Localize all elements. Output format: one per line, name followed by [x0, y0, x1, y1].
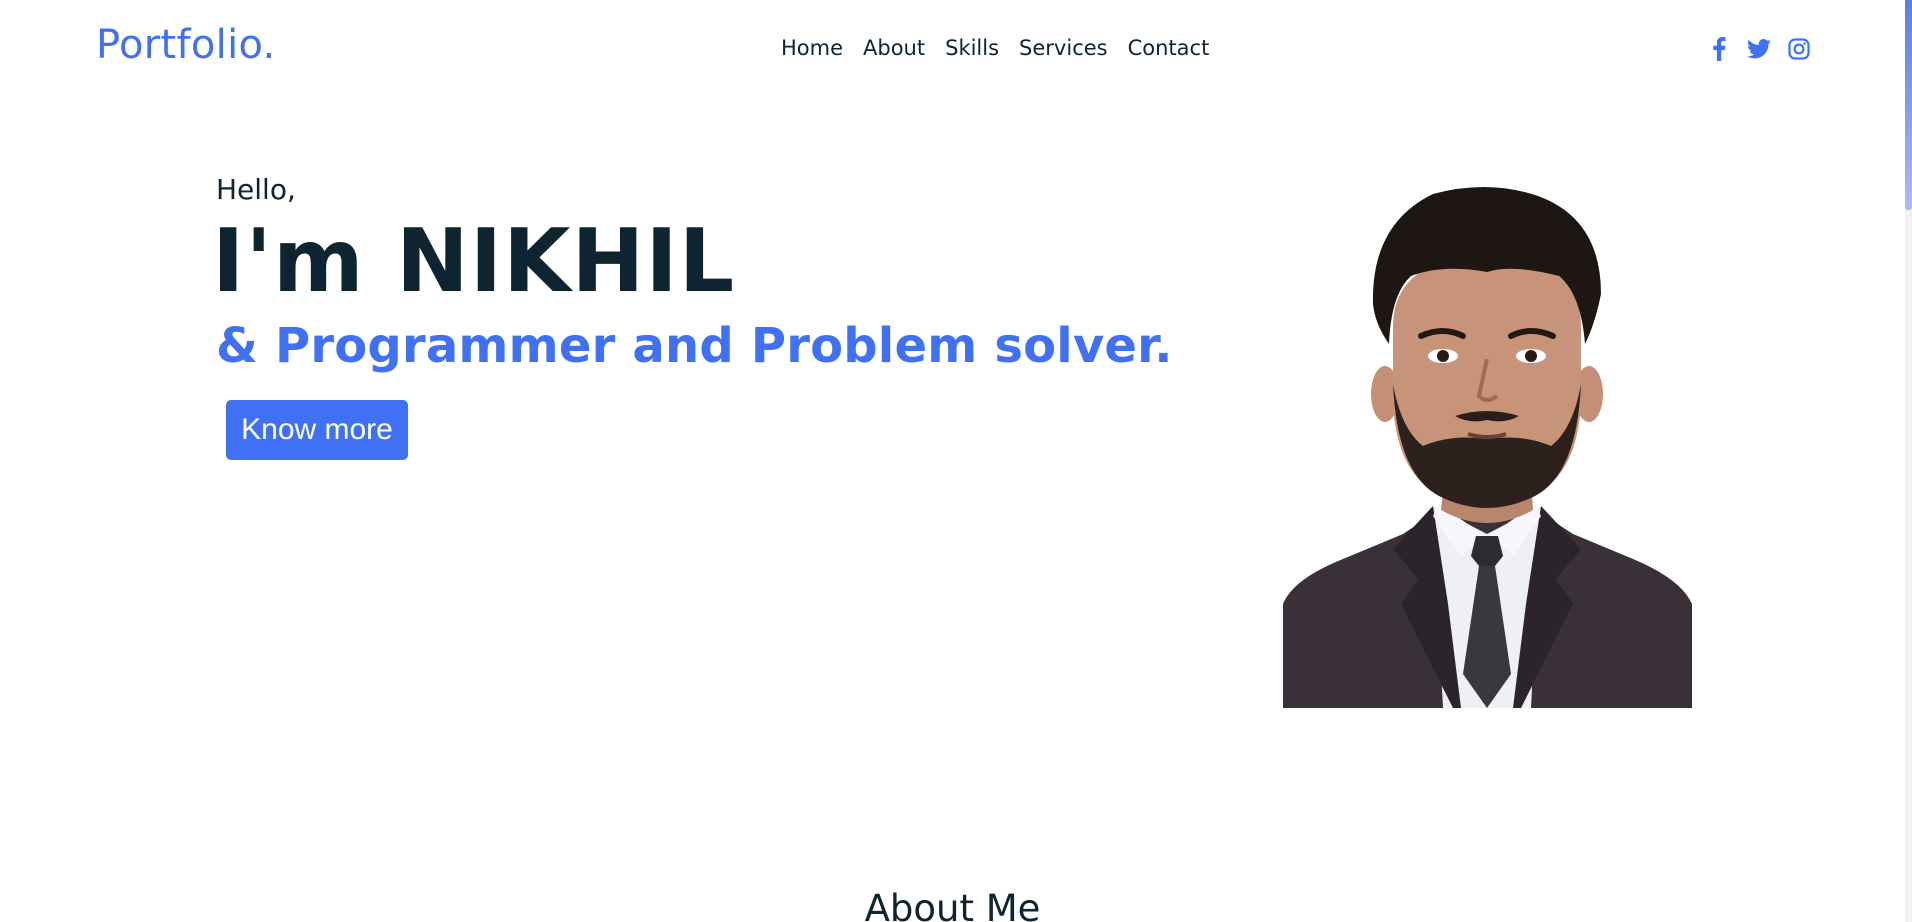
scrollbar-thumb[interactable] [1905, 0, 1912, 210]
nav-home-link[interactable]: Home [781, 36, 843, 60]
page-scrollbar[interactable] [1905, 0, 1912, 922]
twitter-icon[interactable] [1746, 36, 1772, 62]
profile-photo [1283, 184, 1692, 708]
hero-name: I'm NIKHIL [212, 210, 736, 312]
nav-skills-link[interactable]: Skills [945, 36, 999, 60]
hero-tagline: & Programmer and Problem solver. [216, 318, 1173, 374]
instagram-icon[interactable] [1786, 36, 1812, 62]
page: Portfolio. Home About Skills Services Co… [0, 0, 1912, 922]
social-links [1706, 36, 1812, 62]
main-nav: Home About Skills Services Contact [781, 36, 1209, 60]
logo-link[interactable]: Portfolio. [96, 22, 276, 68]
hero-greeting: Hello, [216, 173, 296, 206]
nav-contact-link[interactable]: Contact [1128, 36, 1210, 60]
site-header: Portfolio. Home About Skills Services Co… [0, 0, 1905, 100]
know-more-button[interactable]: Know more [226, 400, 408, 460]
nav-about-link[interactable]: About [863, 36, 925, 60]
about-section-title: About Me [864, 887, 1041, 922]
facebook-icon[interactable] [1706, 36, 1732, 62]
nav-services-link[interactable]: Services [1019, 36, 1108, 60]
